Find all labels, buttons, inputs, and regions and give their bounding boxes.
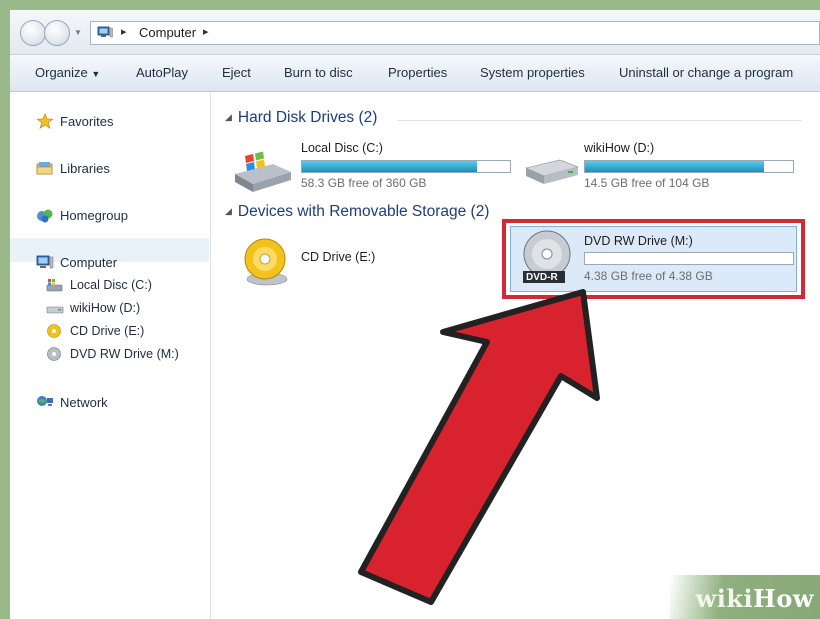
sidebar-label-libraries: Libraries <box>60 160 110 176</box>
breadcrumb-separator-icon[interactable]: ▸ <box>121 25 127 38</box>
sidebar-label-local-disc: Local Disc (C:) <box>70 278 152 292</box>
network-icon <box>37 396 53 406</box>
star-icon <box>36 113 54 129</box>
sidebar-label-homegroup: Homegroup <box>60 207 128 223</box>
sidebar-label-computer: Computer <box>60 254 118 270</box>
computer-icon <box>97 26 113 38</box>
command-bar: Organize ▼ AutoPlay Eject Burn to disc P… <box>10 55 820 92</box>
hard-drive-icon <box>46 306 64 314</box>
explorer-window: ▼ ▸ Computer ▸ Organize ▼ AutoPlay Eject… <box>10 10 820 619</box>
sidebar-item-network[interactable]: Network <box>36 392 108 412</box>
organize-button[interactable]: Organize ▼ <box>35 65 100 80</box>
chevron-down-icon: ▼ <box>91 69 101 79</box>
sidebar-label-cd-drive: CD Drive (E:) <box>70 324 145 338</box>
sidebar-item-favorites[interactable]: Favorites <box>36 111 113 131</box>
sidebar-item-wikihow-d[interactable]: wikiHow (D:) <box>46 298 140 318</box>
sidebar-item-dvd-rw-drive-m[interactable]: DVD RW Drive (M:) <box>46 344 179 364</box>
autoplay-button[interactable]: AutoPlay <box>136 65 188 80</box>
homegroup-icon <box>37 209 53 223</box>
cd-drive-icon <box>47 324 61 338</box>
breadcrumb-separator-icon[interactable]: ▸ <box>203 25 209 38</box>
uninstall-program-button[interactable]: Uninstall or change a program <box>619 65 793 80</box>
address-bar[interactable]: ▸ Computer ▸ <box>90 21 820 45</box>
dvd-drive-icon <box>47 347 61 361</box>
hard-drive-windows-icon <box>46 279 63 292</box>
navigation-pane: Favorites Libraries Homegroup Computer L… <box>10 92 211 619</box>
sidebar-item-libraries[interactable]: Libraries <box>36 158 110 178</box>
content-pane: ◢ Hard Disk Drives (2) Local Disc (C:) 58… <box>211 92 820 619</box>
wikihow-watermark: wikiHow <box>670 575 820 619</box>
properties-button[interactable]: Properties <box>388 65 447 80</box>
sidebar-label-favorites: Favorites <box>60 113 114 129</box>
sidebar-label-network: Network <box>60 394 108 410</box>
red-pointer-arrow <box>358 289 600 605</box>
system-properties-button[interactable]: System properties <box>480 65 585 80</box>
wikihow-logo: wikiHow <box>695 584 814 613</box>
back-button[interactable] <box>20 20 46 46</box>
sidebar-item-cd-drive-e[interactable]: CD Drive (E:) <box>46 321 144 341</box>
sidebar-item-homegroup[interactable]: Homegroup <box>36 205 128 225</box>
forward-button[interactable] <box>44 20 70 46</box>
burn-to-disc-button[interactable]: Burn to disc <box>284 65 353 80</box>
recent-pages-dropdown-icon[interactable]: ▼ <box>74 28 82 37</box>
address-bar-row: ▼ ▸ Computer ▸ <box>10 10 820 55</box>
computer-icon <box>36 255 54 269</box>
breadcrumb-computer[interactable]: Computer <box>139 25 196 40</box>
sidebar-item-computer[interactable]: Computer <box>36 252 117 272</box>
sidebar-label-wikihow: wikiHow (D:) <box>70 301 141 315</box>
sidebar-label-dvd-drive: DVD RW Drive (M:) <box>70 347 179 361</box>
libraries-icon <box>36 162 53 175</box>
eject-button[interactable]: Eject <box>222 65 251 80</box>
organize-label: Organize <box>35 65 88 80</box>
sidebar-item-local-disc-c[interactable]: Local Disc (C:) <box>46 275 152 295</box>
